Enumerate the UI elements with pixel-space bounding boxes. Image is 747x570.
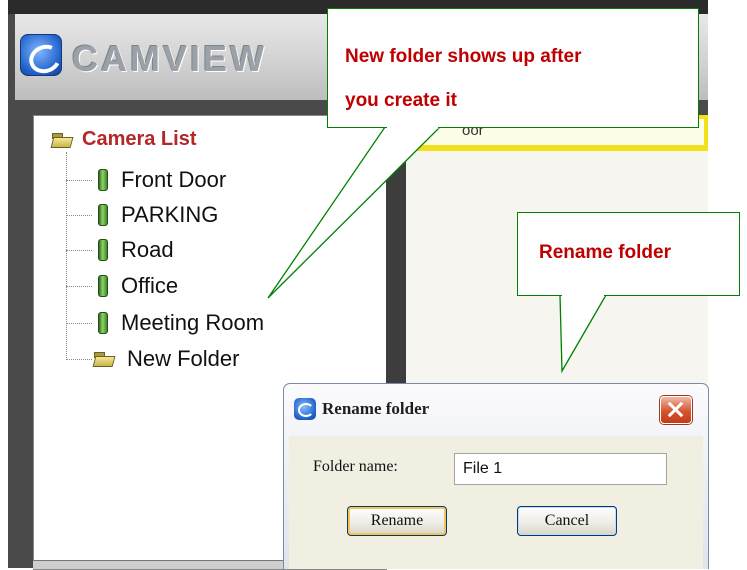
rename-folder-dialog: Rename folder Folder name: Rename Cancel bbox=[283, 383, 709, 569]
dialog-body: Folder name: Rename Cancel bbox=[289, 436, 703, 569]
folder-name-label: Folder name: bbox=[313, 458, 398, 475]
close-icon[interactable] bbox=[660, 396, 692, 424]
cancel-button[interactable]: Cancel bbox=[517, 506, 617, 536]
dialog-title-bar[interactable]: Rename folder bbox=[284, 384, 708, 436]
camview-app-icon bbox=[294, 398, 316, 420]
dialog-title: Rename folder bbox=[322, 399, 430, 418]
rename-button[interactable]: Rename bbox=[347, 506, 447, 536]
folder-name-input[interactable] bbox=[454, 453, 667, 485]
